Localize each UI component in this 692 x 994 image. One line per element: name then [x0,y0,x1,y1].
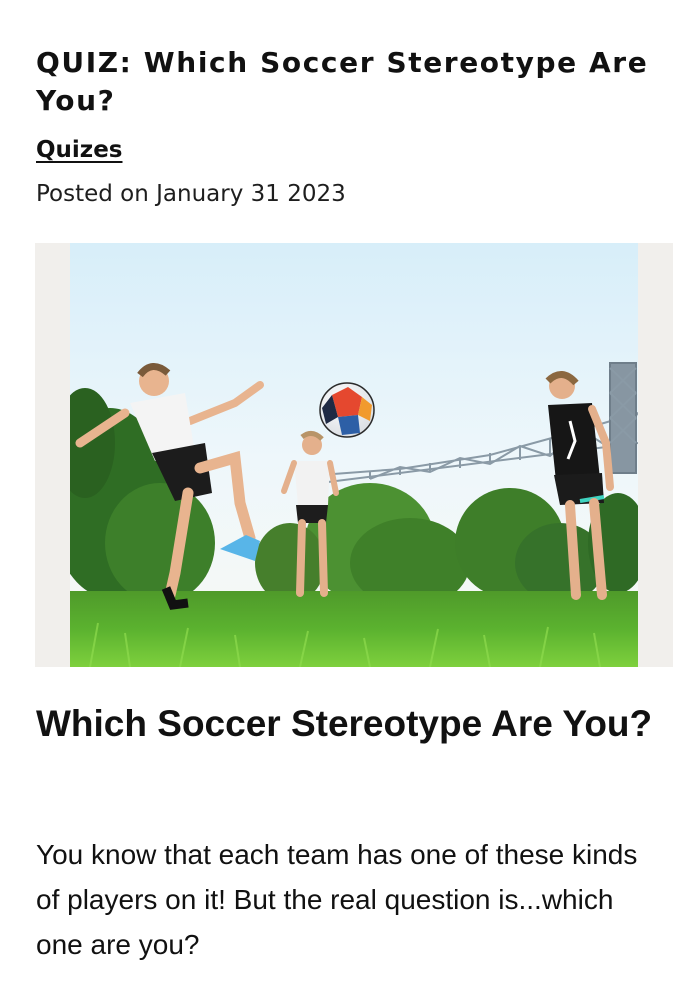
grass [70,591,638,667]
hero-image [35,243,673,667]
article-heading: Which Soccer Stereotype Are You? [36,703,653,744]
post-date: Posted on January 31 2023 [36,181,346,207]
post-title: QUIZ: Which Soccer Stereotype Are You? [36,46,649,117]
category-link[interactable]: Quizes [36,134,123,166]
soccer-photo-illustration [70,243,638,667]
article-intro: You know that each team has one of these… [36,839,638,960]
soccer-ball [319,382,375,438]
